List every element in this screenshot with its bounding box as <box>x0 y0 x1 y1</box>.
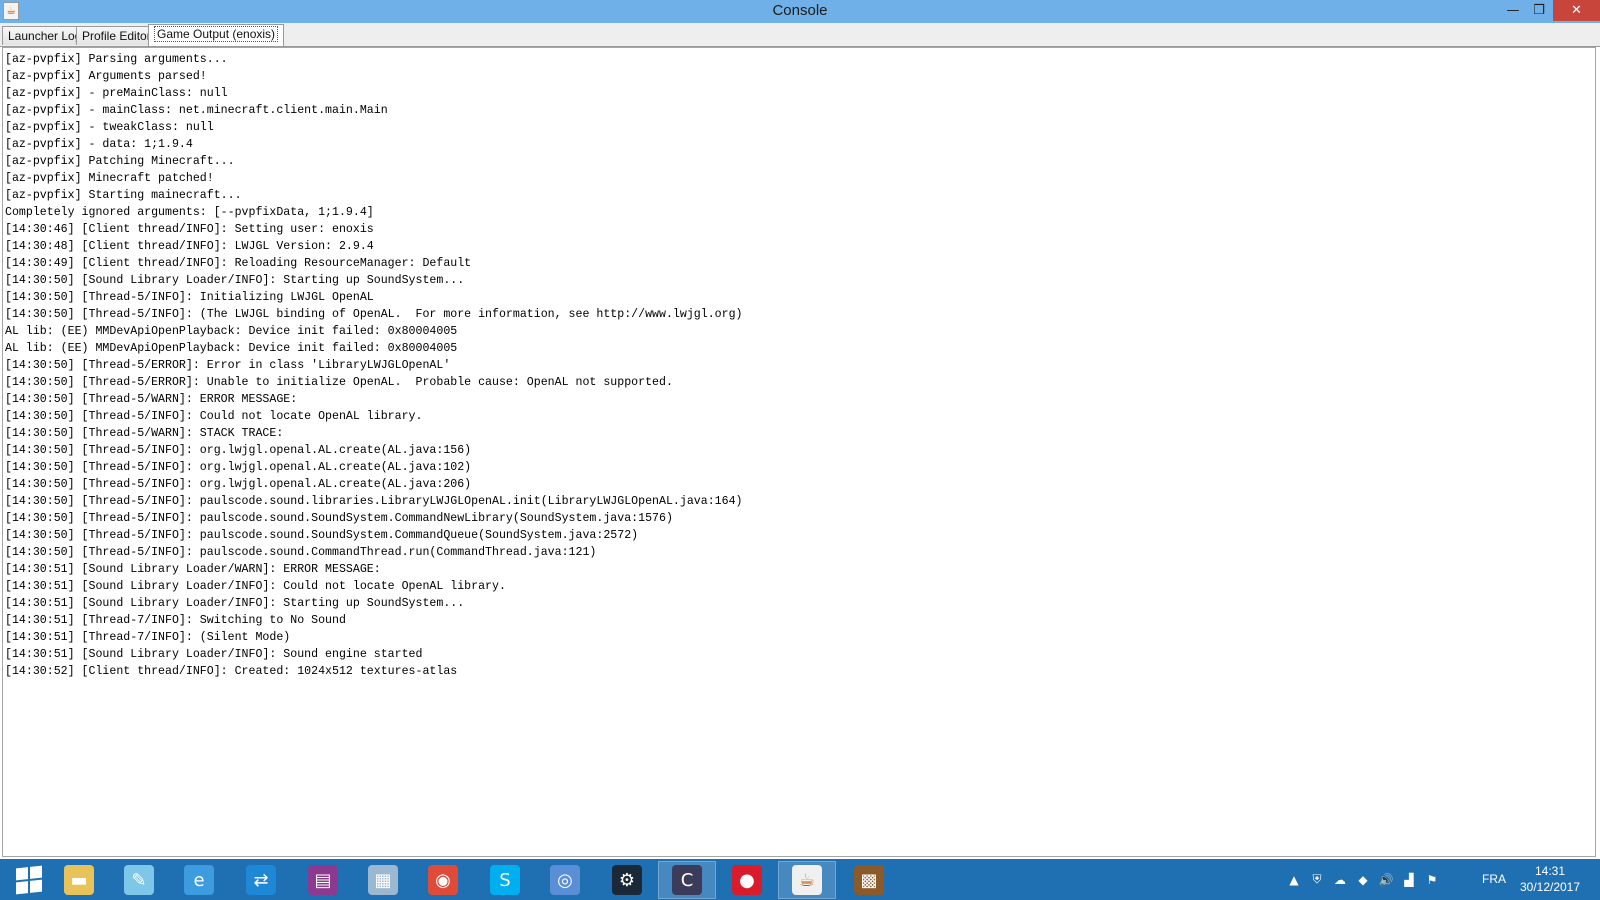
console-line: [14:30:50] [Thread-5/INFO]: org.lwjgl.op… <box>5 461 472 474</box>
console-line: [14:30:46] [Client thread/INFO]: Setting… <box>5 223 374 236</box>
java-icon-glyph: ☕ <box>792 865 822 895</box>
console-line: [14:30:50] [Thread-5/ERROR]: Unable to i… <box>5 376 673 389</box>
taskbar: ▬ ✎ e ⇄ ▤ ▦ ◉ S ◎ ⚙ C ● ☕ ▩ ▲ ⛨ ☁ ◆ 🔊 ▟ ⚑ FRA 14:31 30/12/2… <box>0 859 1600 900</box>
tab-game-output[interactable]: Game Output (enoxis) <box>148 24 285 46</box>
console-line: [14:30:50] [Thread-5/WARN]: STACK TRACE: <box>5 427 284 440</box>
console-line: [14:30:50] [Thread-5/INFO]: Could not lo… <box>5 410 423 423</box>
minecraft-crafting-table-icon-glyph: ▩ <box>854 865 884 895</box>
window-title-bar[interactable]: ☕ Console — ❐ ✕ <box>0 0 1600 23</box>
close-button[interactable]: ✕ <box>1553 0 1600 21</box>
record-icon-glyph: ● <box>732 865 762 895</box>
clock-time: 14:31 <box>1534 864 1566 878</box>
network-signal-icon[interactable]: ▟ <box>1401 873 1417 887</box>
chrome-icon[interactable]: ◉ <box>414 861 472 899</box>
notification-icon[interactable]: ◆ <box>1355 873 1371 887</box>
console-line: [az-pvpfix] - tweakClass: null <box>5 121 214 134</box>
console-line: [14:30:51] [Sound Library Loader/INFO]: … <box>5 648 423 661</box>
file-explorer-icon-glyph: ▬ <box>64 865 94 895</box>
console-line: [14:30:50] [Thread-5/INFO]: paulscode.so… <box>5 546 597 559</box>
tab-label: Game Output (enoxis) <box>154 26 279 42</box>
console-line: [14:30:50] [Thread-5/INFO]: org.lwjgl.op… <box>5 478 472 491</box>
chevron-up-icon[interactable]: ▲ <box>1286 873 1302 887</box>
launcher-icon-glyph: C <box>672 865 702 895</box>
console-line: [az-pvpfix] - preMainClass: null <box>5 87 228 100</box>
notepad-icon[interactable]: ✎ <box>110 861 168 899</box>
minecraft-crafting-table-icon[interactable]: ▩ <box>840 861 898 899</box>
console-line: [14:30:51] [Thread-7/INFO]: (Silent Mode… <box>5 631 291 644</box>
chromium-icon[interactable]: ◎ <box>536 861 594 899</box>
console-line: [az-pvpfix] Arguments parsed! <box>5 70 207 83</box>
clock-date: 30/12/2017 <box>1519 880 1581 894</box>
console-line: [az-pvpfix] - mainClass: net.minecraft.c… <box>5 104 388 117</box>
security-shield-icon[interactable]: ⛨ <box>1309 872 1325 887</box>
steam-icon-glyph: ⚙ <box>612 865 642 895</box>
onedrive-icon[interactable]: ☁ <box>1332 873 1348 887</box>
steam-icon[interactable]: ⚙ <box>598 861 656 899</box>
winrar-icon-glyph: ▤ <box>308 865 338 895</box>
console-line: [az-pvpfix] - data: 1;1.9.4 <box>5 138 193 151</box>
calculator-icon-glyph: ▦ <box>368 865 398 895</box>
console-line: [14:30:50] [Thread-5/INFO]: org.lwjgl.op… <box>5 444 472 457</box>
console-line: [14:30:50] [Thread-5/ERROR]: Error in cl… <box>5 359 451 372</box>
tab-label: Launcher Log <box>8 29 82 43</box>
java-icon[interactable]: ☕ <box>778 861 836 899</box>
chromium-icon-glyph: ◎ <box>550 865 580 895</box>
console-line: [14:30:50] [Thread-5/WARN]: ERROR MESSAG… <box>5 393 298 406</box>
console-line: [14:30:48] [Client thread/INFO]: LWJGL V… <box>5 240 374 253</box>
console-line: Completely ignored arguments: [--pvpfixD… <box>5 206 374 219</box>
skype-icon[interactable]: S <box>476 861 534 899</box>
winrar-icon[interactable]: ▤ <box>294 861 352 899</box>
console-line: [14:30:49] [Client thread/INFO]: Reloadi… <box>5 257 472 270</box>
calculator-icon[interactable]: ▦ <box>354 861 412 899</box>
console-line: [14:30:50] [Thread-5/INFO]: paulscode.so… <box>5 512 673 525</box>
console-line: [14:30:50] [Thread-5/INFO]: paulscode.so… <box>5 529 639 542</box>
chrome-icon-glyph: ◉ <box>428 865 458 895</box>
teamviewer-icon[interactable]: ⇄ <box>232 861 290 899</box>
internet-explorer-icon-glyph: e <box>184 865 214 895</box>
file-explorer-icon[interactable]: ▬ <box>50 861 108 899</box>
console-line: AL lib: (EE) MMDevApiOpenPlayback: Devic… <box>5 325 458 338</box>
console-line: [14:30:50] [Thread-5/INFO]: Initializing… <box>5 291 374 304</box>
tab-label: Profile Editor <box>82 29 151 43</box>
windows-logo-icon <box>16 865 42 895</box>
tab-launcher-log[interactable]: Launcher Log <box>2 26 88 45</box>
skype-icon-glyph: S <box>490 865 520 895</box>
console-line: [14:30:52] [Client thread/INFO]: Created… <box>5 665 458 678</box>
console-line: [14:30:51] [Sound Library Loader/WARN]: … <box>5 563 381 576</box>
window-title: Console <box>772 2 828 19</box>
console-line: [az-pvpfix] Minecraft patched! <box>5 172 214 185</box>
console-line: [14:30:50] [Thread-5/INFO]: paulscode.so… <box>5 495 743 508</box>
language-indicator[interactable]: FRA <box>1482 872 1506 886</box>
maximize-button[interactable]: ❐ <box>1526 0 1552 21</box>
clock[interactable]: 14:31 30/12/2017 <box>1515 863 1585 895</box>
console-line: [14:30:50] [Thread-5/INFO]: (The LWJGL b… <box>5 308 743 321</box>
tab-profile-editor[interactable]: Profile Editor <box>76 26 157 45</box>
console-line: [14:30:51] [Thread-7/INFO]: Switching to… <box>5 614 346 627</box>
console-output[interactable]: [az-pvpfix] Parsing arguments... [az-pvp… <box>2 47 1596 857</box>
tab-strip: Launcher Log Profile Editor Game Output … <box>0 23 1600 47</box>
console-line: [14:30:51] [Sound Library Loader/INFO]: … <box>5 580 506 593</box>
volume-icon[interactable]: 🔊 <box>1378 873 1394 887</box>
launcher-icon[interactable]: C <box>658 861 716 899</box>
console-line: [14:30:50] [Sound Library Loader/INFO]: … <box>5 274 465 287</box>
console-line: [14:30:51] [Sound Library Loader/INFO]: … <box>5 597 465 610</box>
minimize-button[interactable]: — <box>1500 0 1526 21</box>
internet-explorer-icon[interactable]: e <box>170 861 228 899</box>
console-text[interactable]: [az-pvpfix] Parsing arguments... [az-pvp… <box>3 48 1595 683</box>
notepad-icon-glyph: ✎ <box>124 865 154 895</box>
system-tray: ▲ ⛨ ☁ ◆ 🔊 ▟ ⚑ <box>1286 859 1500 900</box>
flag-icon[interactable]: ⚑ <box>1424 873 1440 887</box>
console-line: AL lib: (EE) MMDevApiOpenPlayback: Devic… <box>5 342 458 355</box>
console-line: [az-pvpfix] Parsing arguments... <box>5 53 228 66</box>
console-line: [az-pvpfix] Starting mainecraft... <box>5 189 242 202</box>
teamviewer-icon-glyph: ⇄ <box>246 865 276 895</box>
console-line: [az-pvpfix] Patching Minecraft... <box>5 155 235 168</box>
record-icon[interactable]: ● <box>718 861 776 899</box>
